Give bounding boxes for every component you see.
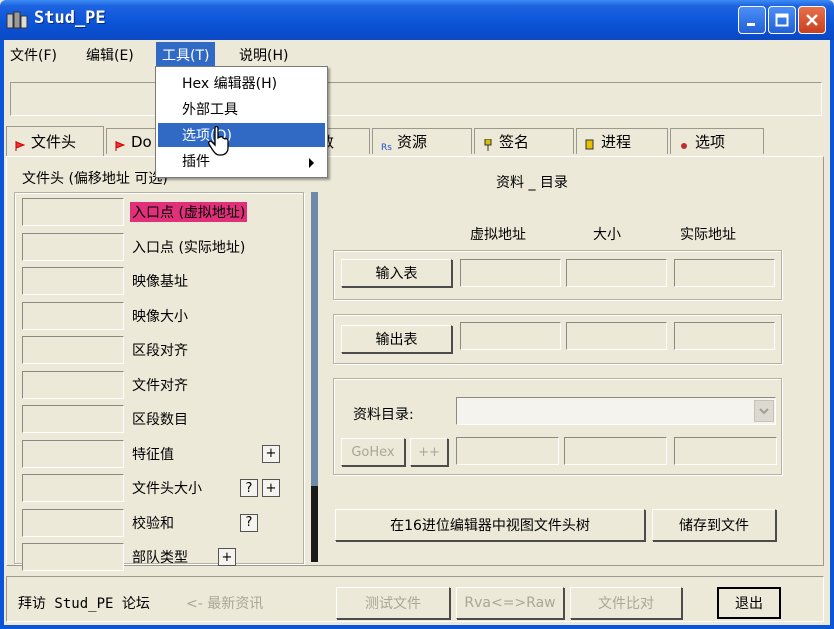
window-title: Stud_PE — [34, 8, 106, 28]
header-field-label: 区段对齐 — [132, 343, 188, 359]
pin-icon — [483, 137, 493, 151]
header-value-field[interactable] — [22, 508, 124, 537]
tab-file-header[interactable]: 文件头 — [6, 126, 104, 156]
mouse-cursor-icon — [208, 125, 230, 160]
import-size-field[interactable] — [566, 259, 667, 287]
tab-resources-label: 资源 — [397, 133, 428, 151]
header-field-label: 文件对齐 — [132, 377, 188, 394]
export-table-button[interactable]: 输出表 — [341, 325, 452, 353]
menu-item-hex-editor[interactable]: Hex 编辑器(H) — [158, 71, 325, 95]
data-directory-select[interactable] — [456, 397, 776, 425]
header-value-field[interactable] — [22, 405, 124, 433]
menu-edit[interactable]: 编辑(E) — [80, 42, 140, 66]
header-value-field[interactable] — [22, 543, 124, 571]
import-raw-field[interactable] — [674, 259, 775, 287]
tab-process[interactable]: 进程 — [576, 128, 668, 154]
splitter-dark — [311, 486, 318, 562]
menu-help[interactable]: 说明(H) — [233, 42, 294, 66]
export-size-field[interactable] — [566, 322, 667, 350]
expand-subsystem-button[interactable]: + — [218, 548, 236, 566]
col-header-virtual-address: 虚拟地址 — [470, 227, 526, 243]
dir-raw-field[interactable] — [674, 437, 777, 465]
header-field-label: 区段数目 — [132, 412, 188, 428]
submenu-arrow-icon — [309, 156, 315, 172]
header-value-field[interactable] — [22, 198, 124, 226]
tools-menu: Hex 编辑器(H) 外部工具 选项(O) 插件 — [155, 66, 328, 178]
tab-signature[interactable]: 签名 — [474, 128, 574, 154]
header-field-label: 校验和 — [132, 515, 174, 532]
menu-file[interactable]: 文件(F) — [4, 42, 63, 66]
header-field-label: 部队类型 — [132, 550, 188, 566]
expand-characteristics-button[interactable]: + — [262, 444, 280, 463]
maximize-icon — [775, 13, 789, 27]
header-field-label: 入口点 (实际地址) — [132, 239, 246, 256]
tab-dos-label: Do — [131, 132, 152, 151]
tab-options-label: 选项 — [695, 133, 726, 151]
rva-raw-button[interactable]: Rva<=>Raw — [456, 587, 564, 619]
tab-options[interactable]: 选项 — [670, 128, 764, 154]
compare-files-button[interactable]: 文件比对 — [570, 587, 682, 619]
save-to-file-button[interactable]: 储存到文件 — [652, 509, 776, 541]
options-icon — [679, 137, 689, 149]
tab-signature-label: 签名 — [499, 133, 530, 151]
header-value-field[interactable] — [22, 267, 124, 295]
path-field[interactable] — [10, 82, 822, 116]
dir-va-field[interactable] — [456, 437, 559, 465]
header-value-field[interactable] — [22, 439, 124, 468]
header-field-label: 映像大小 — [132, 308, 188, 325]
plusplus-button[interactable]: ++ — [410, 438, 448, 466]
gohex-button[interactable]: GoHex — [341, 438, 405, 466]
col-header-raw-address: 实际地址 — [680, 227, 736, 243]
header-value-field[interactable] — [22, 301, 124, 330]
visit-forum-link[interactable]: 拜访 Stud_PE 论坛 — [18, 593, 150, 613]
tab-resources[interactable]: Rs 资源 — [372, 128, 472, 154]
header-value-field[interactable] — [22, 474, 124, 502]
header-value-field[interactable] — [22, 336, 124, 364]
exit-button[interactable]: 退出 — [717, 587, 781, 619]
expand-header-size-button[interactable]: + — [262, 479, 280, 497]
maximize-button[interactable] — [768, 6, 796, 34]
svg-text:Rs: Rs — [381, 143, 392, 151]
tab-file-header-label: 文件头 — [31, 133, 77, 151]
col-header-size: 大小 — [593, 227, 621, 243]
menu-item-options[interactable]: 选项(O) — [158, 123, 325, 147]
export-va-field[interactable] — [460, 322, 561, 350]
chevron-down-icon[interactable] — [754, 400, 774, 422]
resource-icon: Rs — [381, 137, 392, 153]
process-icon — [585, 137, 595, 149]
menu-item-plugins-label: 插件 — [182, 154, 210, 170]
data-directory-label: 资料目录: — [353, 407, 414, 423]
test-file-button[interactable]: 测试文件 — [336, 587, 450, 619]
latest-news-link[interactable]: <- 最新资讯 — [186, 593, 263, 613]
menu-item-external-tools[interactable]: 外部工具 — [158, 97, 325, 121]
menu-item-external-tools-label: 外部工具 — [182, 102, 238, 118]
import-table-button[interactable]: 输入表 — [341, 259, 452, 287]
header-value-field[interactable] — [22, 232, 124, 261]
view-header-tree-button[interactable]: 在16进位编辑器中视图文件头树 — [335, 509, 645, 541]
menu-tools[interactable]: 工具(T) — [156, 42, 216, 66]
import-va-field[interactable] — [460, 259, 561, 287]
close-icon — [806, 14, 818, 26]
export-raw-field[interactable] — [674, 322, 775, 350]
header-field-label: 文件头大小 — [132, 481, 202, 497]
header-field-label: 映像基址 — [132, 274, 188, 290]
minimize-button[interactable] — [738, 6, 766, 34]
flag-icon — [115, 137, 126, 151]
left-panel-title: 文件头 (偏移地址 可选) — [22, 171, 168, 187]
right-panel-title: 资料 _ 目录 — [496, 175, 568, 191]
menu-item-hex-editor-label: Hex 编辑器(H) — [182, 76, 278, 92]
tab-process-label: 进程 — [601, 133, 632, 151]
dir-size-field[interactable] — [564, 437, 667, 465]
app-icon — [6, 10, 28, 30]
checksum-help-button[interactable]: ? — [240, 513, 258, 532]
header-value-field[interactable] — [22, 370, 124, 399]
header-size-help-button[interactable]: ? — [240, 479, 258, 497]
header-field-label: 特征值 — [132, 446, 174, 463]
header-field-label: 入口点 (虚拟地址) — [130, 202, 248, 222]
title-bar[interactable] — [0, 0, 834, 40]
minimize-icon — [747, 23, 755, 26]
flag-icon — [15, 137, 26, 151]
menu-item-plugins[interactable]: 插件 — [158, 149, 325, 173]
close-button[interactable] — [798, 6, 826, 34]
